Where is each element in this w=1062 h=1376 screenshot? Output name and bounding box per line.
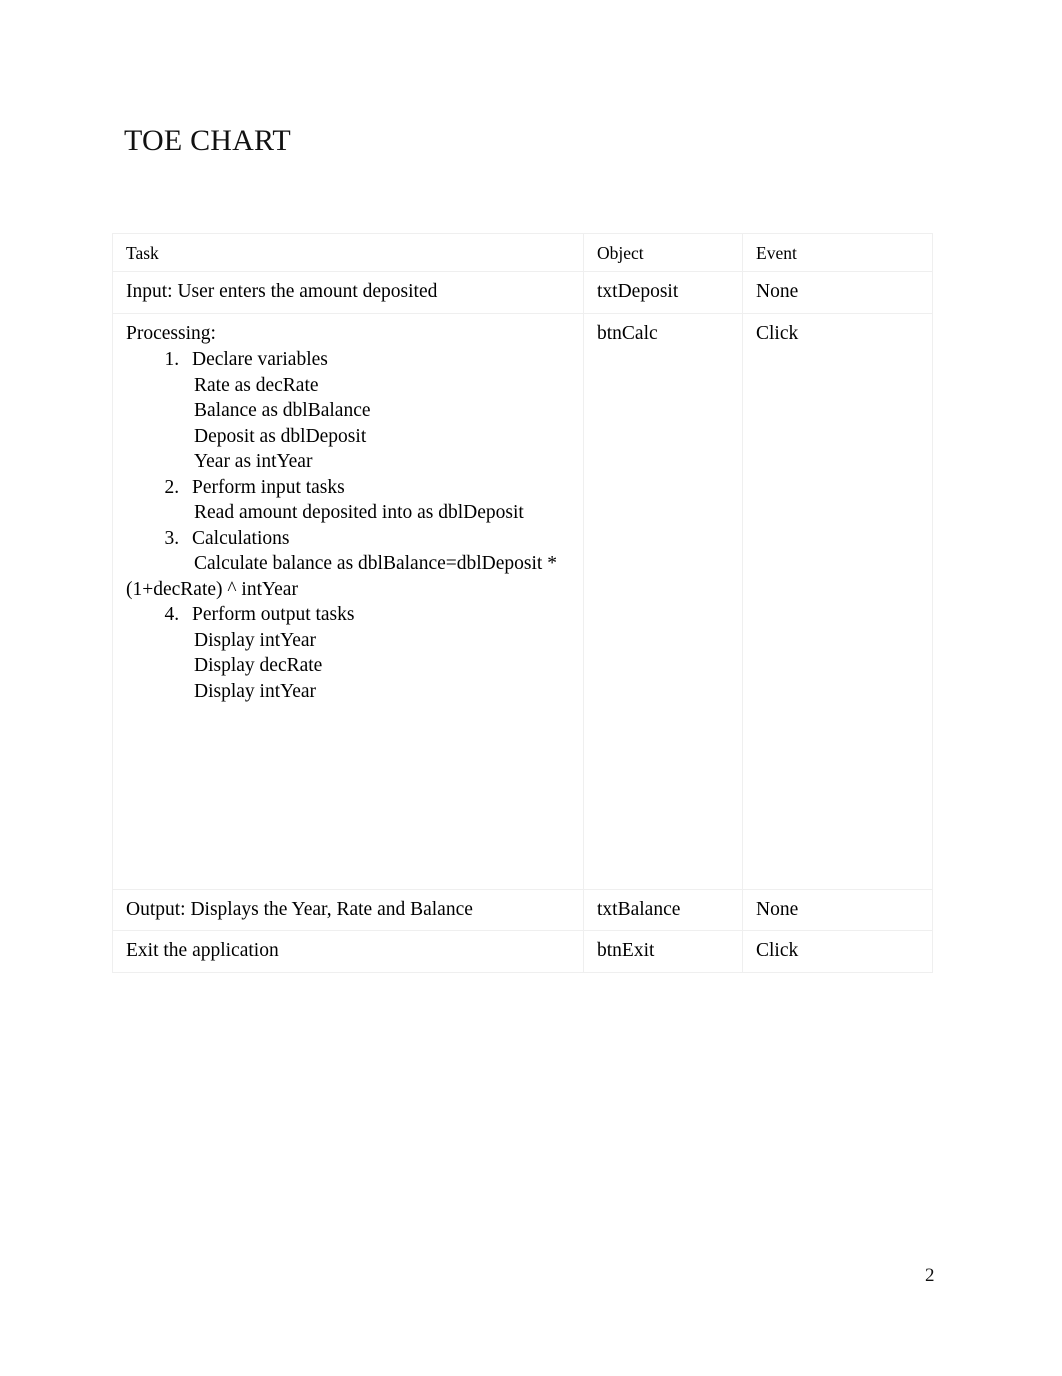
cell-task-processing: Processing: Declare variables Rate as de… — [112, 312, 584, 890]
column-header-object: Object — [583, 233, 743, 272]
cell-event: None — [742, 888, 933, 931]
step-detail: Deposit as dblDeposit — [194, 425, 367, 447]
cell-object: btnCalc — [583, 312, 743, 890]
cell-object: txtDeposit — [583, 271, 743, 314]
step-detail-continuation: (1+decRate) ^ intYear — [126, 578, 298, 600]
step-detail: Display intYear — [194, 680, 317, 702]
toe-chart-table: Task Object Event Input: User enters the… — [112, 233, 933, 973]
list-item: Declare variables Rate as decRate Balanc… — [184, 347, 583, 475]
table-row: Exit the application btnExit Click — [112, 930, 933, 973]
cell-event: Click — [742, 312, 933, 890]
processing-heading: Processing: — [126, 322, 216, 344]
step-label: Declare variables — [192, 349, 328, 370]
table-row: Processing: Declare variables Rate as de… — [112, 312, 933, 890]
cell-event: Click — [742, 930, 933, 973]
step-label: Calculations — [192, 527, 290, 549]
processing-steps-list: Declare variables Rate as decRate Balanc… — [126, 347, 583, 704]
step-label: Perform output tasks — [192, 604, 355, 625]
step-label: Perform input tasks — [192, 476, 345, 498]
step-detail: Balance as dblBalance — [194, 400, 371, 421]
column-header-event: Event — [742, 233, 933, 272]
cell-task: Input: User enters the amount deposited — [112, 271, 584, 314]
step-detail: Read amount deposited into as dblDeposit — [194, 502, 524, 523]
cell-event: None — [742, 271, 933, 314]
table-row: Output: Displays the Year, Rate and Bala… — [112, 888, 933, 931]
list-item: Calculations Calculate balance as dblBal… — [126, 526, 583, 603]
step-detail: Year as intYear — [194, 451, 313, 472]
step-detail: Display decRate — [194, 655, 323, 676]
step-detail: Calculate balance as dblBalance=dblDepos… — [194, 553, 557, 574]
list-item: Perform output tasks Display intYear Dis… — [184, 602, 583, 704]
column-header-task: Task — [112, 233, 584, 272]
step-detail: Display intYear — [194, 629, 317, 651]
cell-task: Output: Displays the Year, Rate and Bala… — [112, 888, 584, 931]
page-title: TOE CHART — [124, 124, 291, 157]
document-page: TOE CHART Task Object Event Input: User … — [0, 0, 1062, 1376]
step-detail: Rate as decRate — [194, 374, 319, 396]
table-row: Input: User enters the amount deposited … — [112, 271, 933, 314]
cell-object: txtBalance — [583, 888, 743, 931]
cell-object: btnExit — [583, 930, 743, 973]
page-number: 2 — [925, 1265, 935, 1286]
table-header-row: Task Object Event — [112, 233, 933, 272]
list-item: Perform input tasks Read amount deposite… — [184, 475, 583, 526]
cell-task: Exit the application — [112, 930, 584, 973]
